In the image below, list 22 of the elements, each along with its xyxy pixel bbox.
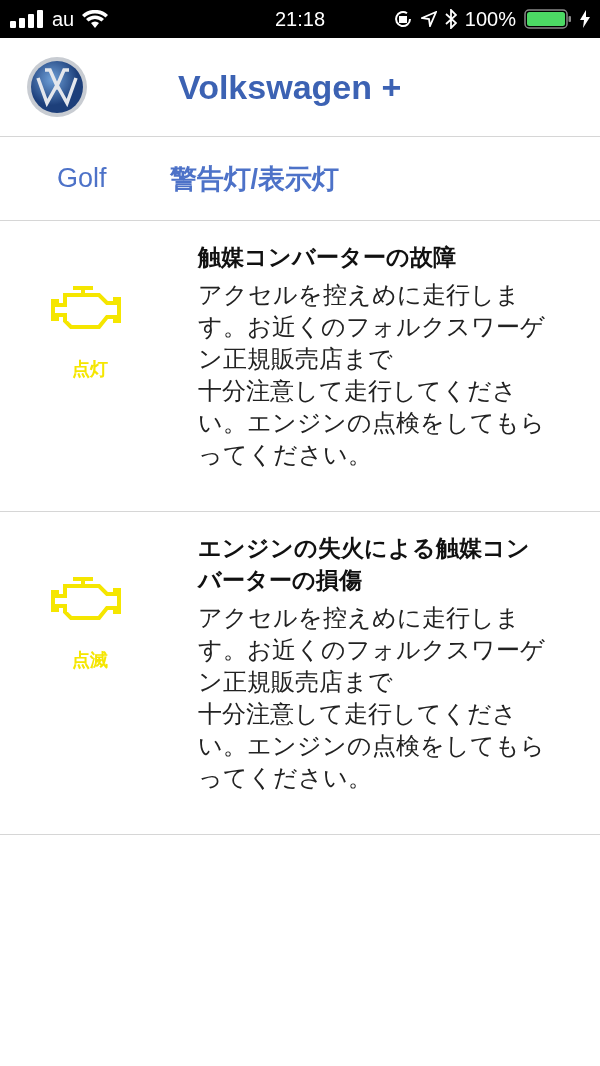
location-icon [420,11,437,27]
model-link[interactable]: Golf [57,163,107,194]
bluetooth-icon [444,9,457,29]
warning-title: エンジンの失火による触媒コンバーターの損傷 [198,534,531,595]
charging-icon [580,10,590,28]
section-title: 警告灯/表示灯 [169,162,340,196]
wifi-icon [82,10,109,28]
warning-title: 触媒コンバーターの故障 [198,243,457,272]
warning-description: アクセルを控えめに走行します。お近くのフォルクスワーゲン正規販売店まで [198,280,546,375]
battery-icon [524,9,572,29]
rotation-lock-icon [392,9,413,29]
warning-description: アクセルを控えめに走行します。お近くのフォルクスワーゲン正規販売店まで [198,603,546,698]
clock-time: 21:18 [274,7,326,31]
app-title: Volkswagen + [178,67,402,107]
lamp-state-label: 点滅 [72,648,108,672]
warning-description: 十分注意して走行してください。エンジンの点検をしてもらってください。 [198,699,546,794]
logo-icon [26,56,88,118]
lamp-state-label: 点灯 [72,357,108,381]
signal-icon [10,10,44,28]
battery-percent: 100% [464,7,516,31]
carrier-name: au [52,7,75,31]
warning-description: 十分注意して走行してください。エンジンの点検をしてもらってください。 [198,376,546,471]
